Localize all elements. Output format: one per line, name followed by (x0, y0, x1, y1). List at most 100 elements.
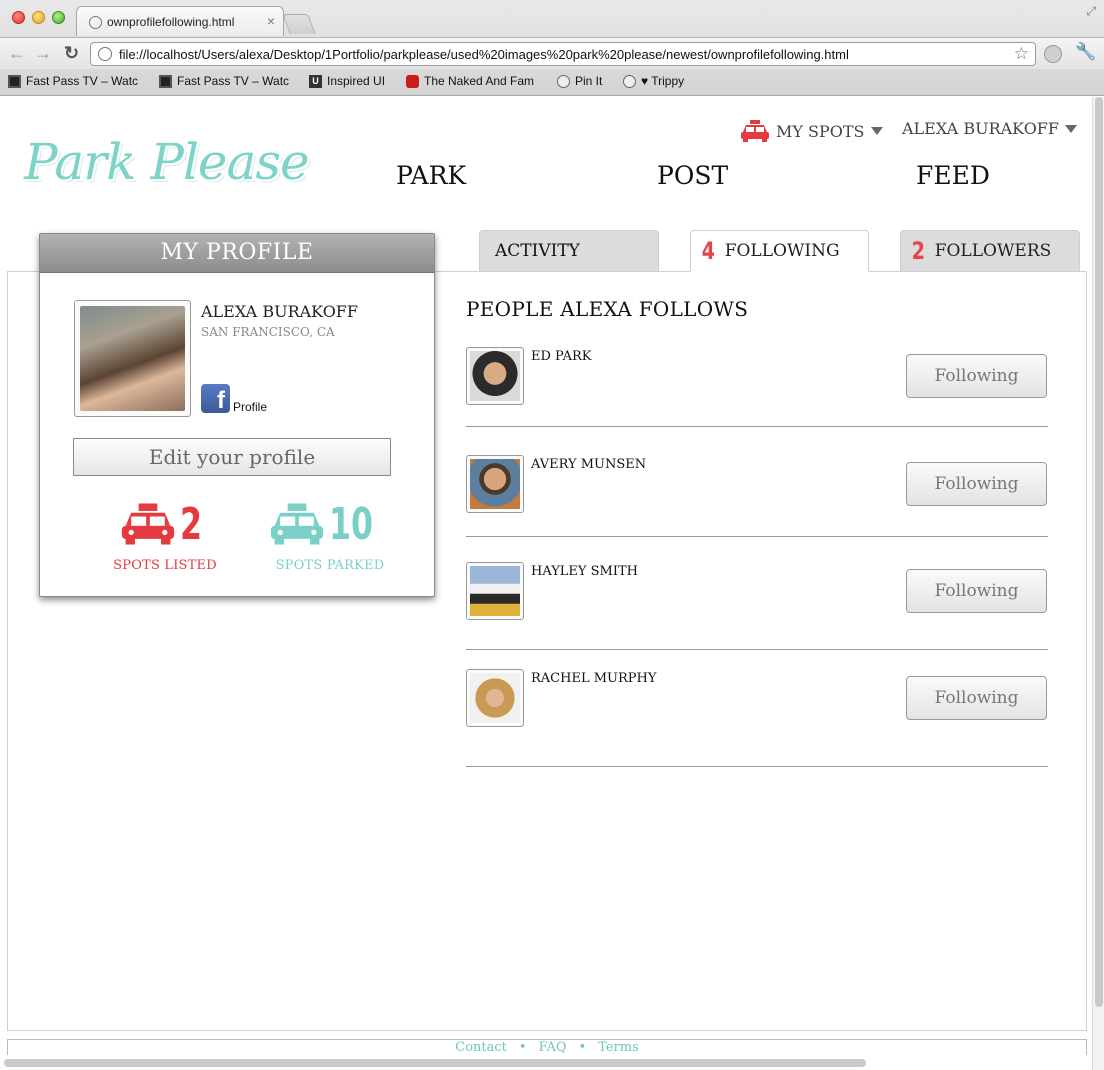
url-text[interactable]: file://localhost/Users/alexa/Desktop/1Po… (119, 47, 849, 62)
tab-label: FOLLOWING (724, 241, 840, 261)
profile-card-header: MY PROFILE (40, 234, 434, 273)
following-button[interactable]: Following (906, 676, 1047, 720)
forward-arrow-icon[interactable]: → (34, 43, 52, 63)
bookmark-item[interactable]: U Inspired UI (309, 74, 394, 88)
separator-dot: • (518, 1040, 527, 1055)
nav-feed[interactable]: FEED (916, 161, 990, 190)
new-tab-button[interactable] (282, 14, 316, 34)
wrench-icon[interactable]: 🔧 (1075, 42, 1096, 62)
horizontal-scrollbar[interactable] (4, 1059, 866, 1067)
tv-icon (8, 74, 21, 88)
username-label: ALEXA BURAKOFF (902, 119, 1060, 138)
footer-faq-link[interactable]: FAQ (539, 1040, 567, 1055)
ui-icon: U (309, 74, 322, 88)
logo[interactable]: Park Please (24, 133, 310, 191)
globe-icon (98, 47, 112, 61)
spots-listed-stat[interactable]: 2 SPOTS LISTED (95, 496, 235, 574)
following-button[interactable]: Following (906, 354, 1047, 398)
person-name[interactable]: AVERY MUNSEN (531, 457, 646, 472)
followers-count: 2 (911, 237, 926, 265)
following-button[interactable]: Following (906, 569, 1047, 613)
bookmark-star-icon[interactable]: ☆ (1014, 44, 1029, 64)
browser-toolbar: ← → ↻ file://localhost/Users/alexa/Deskt… (0, 37, 1104, 69)
tab-title: ownprofilefollowing.html (107, 15, 235, 29)
facebook-icon[interactable]: f (201, 384, 230, 414)
vertical-scrollbar[interactable] (1092, 97, 1104, 1070)
nav-park[interactable]: PARK (396, 161, 466, 190)
bookmark-item[interactable]: Fast Pass TV – Watc (8, 74, 143, 88)
bookmark-item[interactable]: ♥ Trippy (623, 74, 703, 88)
bookmark-item[interactable]: Pin It (557, 74, 612, 88)
tab-label: ACTIVITY (495, 241, 580, 261)
close-window-button[interactable] (12, 11, 25, 24)
extension-icon[interactable] (1044, 45, 1062, 63)
spots-parked-label: SPOTS PARKED (275, 558, 385, 573)
spots-parked-stat[interactable]: 10 SPOTS PARKED (255, 496, 405, 573)
address-bar[interactable]: file://localhost/Users/alexa/Desktop/1Po… (90, 42, 1036, 66)
my-spots-label: MY SPOTS (776, 121, 865, 141)
back-arrow-icon[interactable]: ← (8, 43, 26, 63)
spots-listed-label: SPOTS LISTED (113, 558, 217, 573)
person-photo (470, 351, 520, 401)
separator-dot: • (578, 1040, 587, 1055)
globe-icon (557, 74, 570, 88)
zoom-window-button[interactable] (52, 11, 65, 24)
bookmark-label: Pin It (575, 74, 603, 88)
globe-icon (623, 74, 636, 88)
footer-contact-link[interactable]: Contact (455, 1040, 507, 1055)
avatar[interactable] (74, 300, 191, 417)
tab-label: FOLLOWERS (934, 241, 1052, 261)
list-item: RACHEL MURPHY Following (466, 669, 1048, 767)
person-photo (470, 566, 520, 616)
person-name[interactable]: HAYLEY SMITH (531, 564, 638, 579)
list-item: AVERY MUNSEN Following (466, 455, 1048, 537)
following-count: 4 (701, 237, 716, 265)
profile-card: MY PROFILE ALEXA BURAKOFF SAN FRANCISCO,… (39, 233, 435, 597)
bookmark-item[interactable]: Fast Pass TV – Watc (159, 74, 291, 88)
tab-followers[interactable]: 2 FOLLOWERS (900, 230, 1080, 272)
scrollbar-thumb[interactable] (1095, 97, 1103, 1007)
avatar[interactable] (466, 562, 524, 620)
avatar[interactable] (466, 455, 524, 513)
reload-icon[interactable]: ↻ (64, 43, 79, 63)
browser-chrome: ownprofilefollowing.html × ⤢ ← → ↻ file:… (0, 0, 1104, 96)
person-photo (470, 459, 520, 509)
bookmark-label: ♥ Trippy (641, 74, 685, 88)
caret-down-icon (870, 127, 883, 135)
avatar[interactable] (466, 347, 524, 405)
tab-activity[interactable]: ACTIVITY (479, 230, 659, 272)
profile-photo (80, 306, 185, 411)
globe-icon (89, 16, 102, 29)
person-name[interactable]: RACHEL MURPHY (531, 671, 656, 686)
browser-tab[interactable]: ownprofilefollowing.html × (76, 6, 284, 36)
bookmarks-bar: Fast Pass TV – Watc Fast Pass TV – Watc … (0, 70, 1104, 94)
bookmark-label: The Naked And Fam (424, 74, 535, 88)
footer-terms-link[interactable]: Terms (598, 1040, 639, 1055)
minimize-window-button[interactable] (32, 11, 45, 24)
nav-post[interactable]: POST (657, 161, 728, 190)
spots-parked-count: 10 (329, 499, 374, 550)
taxi-icon (271, 503, 324, 545)
tab-following[interactable]: 4 FOLLOWING (690, 230, 869, 272)
following-list-title: PEOPLE ALEXA FOLLOWS (466, 297, 749, 321)
page: Park Please MY SPOTS ALEXA BURAKOFF PARK… (0, 97, 1092, 1070)
person-photo (470, 673, 520, 723)
close-icon[interactable]: × (267, 13, 275, 29)
edit-profile-button[interactable]: Edit your profile (73, 438, 391, 476)
taxi-icon (741, 120, 769, 142)
avatar[interactable] (466, 669, 524, 727)
youtube-icon (406, 74, 419, 88)
fullscreen-icon[interactable]: ⤢ (1086, 4, 1096, 19)
bookmark-label: Inspired UI (327, 74, 386, 88)
footer: Contact • FAQ • Terms (7, 1039, 1087, 1055)
facebook-profile-link[interactable]: Profile (233, 400, 267, 414)
spots-listed-count: 2 (179, 499, 202, 550)
following-button[interactable]: Following (906, 462, 1047, 506)
bookmark-item[interactable]: The Naked And Fam (406, 74, 541, 88)
user-menu[interactable]: ALEXA BURAKOFF (902, 119, 1078, 138)
caret-down-icon (1065, 124, 1078, 133)
profile-location: SAN FRANCISCO, CA (201, 325, 335, 339)
person-name[interactable]: ED PARK (531, 349, 592, 364)
my-spots-menu[interactable]: MY SPOTS (740, 119, 883, 143)
list-item: ED PARK Following (466, 347, 1048, 427)
